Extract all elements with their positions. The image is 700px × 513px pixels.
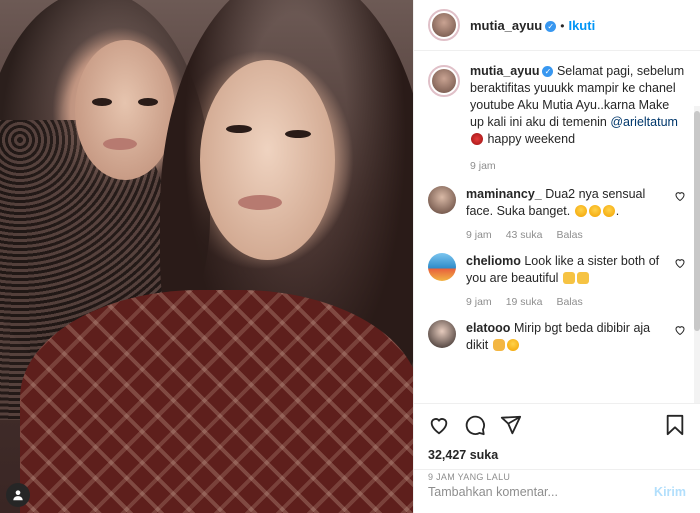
comment-avatar[interactable] <box>428 253 456 281</box>
post-header: mutia_ayuu ✓ • Ikuti <box>414 0 700 51</box>
likes-count[interactable]: 32,427 suka <box>428 448 686 462</box>
photo-eye <box>138 98 158 106</box>
comments-list[interactable]: mutia_ayuu ✓ Selamat pagi, sebelum berakt… <box>414 51 700 403</box>
photo-eye <box>92 98 112 106</box>
author-avatar[interactable] <box>428 9 460 41</box>
user-tag-icon[interactable] <box>6 483 30 507</box>
follow-button[interactable]: Ikuti <box>568 18 595 33</box>
comment-item: maminancy_ Dua2 nya sensual face. Suka b… <box>428 186 686 241</box>
comment-username[interactable]: maminancy_ <box>466 187 542 201</box>
post-comment-button[interactable]: Kirim <box>654 485 686 499</box>
photo-eye <box>285 130 311 138</box>
caption-username[interactable]: mutia_ayuu <box>470 64 539 78</box>
comment-item: elatooo Mirip bgt beda dibibir aja dikit <box>428 320 686 354</box>
rose-emoji-icon <box>471 133 483 145</box>
photo-patterned-dress <box>20 290 413 513</box>
comment-like-heart-icon[interactable] <box>674 324 686 336</box>
post-photo[interactable] <box>0 0 413 513</box>
heart-eyes-emoji-icon <box>588 205 601 217</box>
comment-time[interactable]: 9 jam <box>466 296 492 308</box>
bookmark-icon[interactable] <box>664 414 686 436</box>
photo-lips <box>238 195 282 210</box>
author-username[interactable]: mutia_ayuu <box>470 18 542 33</box>
comment-icon[interactable] <box>464 414 486 436</box>
comment-username[interactable]: cheliomo <box>466 254 521 268</box>
heart-eyes-emoji-icon <box>574 205 587 217</box>
separator-dot: • <box>560 18 565 33</box>
thumbs-up-emoji-icon <box>562 272 575 284</box>
heart-eyes-emoji-icon <box>506 339 519 351</box>
comment-like-heart-icon[interactable] <box>674 190 686 202</box>
heart-eyes-emoji-icon <box>602 205 615 217</box>
verified-icon: ✓ <box>542 66 554 78</box>
clapping-emoji-icon <box>492 339 505 351</box>
thumbs-up-emoji-icon <box>576 272 589 284</box>
comment-username[interactable]: elatooo <box>466 321 510 335</box>
comment-item: cheliomo Look like a sister both of you … <box>428 253 686 308</box>
photo-face-left <box>75 40 175 180</box>
caption-text-end: happy weekend <box>484 132 576 146</box>
photo-face-right <box>200 60 335 260</box>
comment-avatar[interactable] <box>428 320 456 348</box>
caption-avatar[interactable] <box>428 65 460 97</box>
photo-lips <box>103 138 137 150</box>
photo-eye <box>226 125 252 133</box>
caption-mention[interactable]: @arieltatum <box>610 115 678 129</box>
reply-button[interactable]: Balas <box>556 296 582 308</box>
comment-likes[interactable]: 19 suka <box>506 296 543 308</box>
caption-time[interactable]: 9 jam <box>470 160 686 172</box>
comment-input[interactable] <box>428 484 655 499</box>
comment-avatar[interactable] <box>428 186 456 214</box>
comment-likes[interactable]: 43 suka <box>506 229 543 241</box>
comments-scroll-thumb[interactable] <box>694 111 700 331</box>
reply-button[interactable]: Balas <box>556 229 582 241</box>
post-caption: mutia_ayuu ✓ Selamat pagi, sebelum berakt… <box>428 63 686 172</box>
add-comment-bar: Kirim <box>414 469 700 513</box>
comment-like-heart-icon[interactable] <box>674 257 686 269</box>
verified-icon: ✓ <box>545 20 557 32</box>
post-viewer: mutia_ayuu ✓ • Ikuti mutia_ayuu ✓ Selamat pa… <box>0 0 700 513</box>
post-side-panel: mutia_ayuu ✓ • Ikuti mutia_ayuu ✓ Selamat pa… <box>413 0 700 513</box>
heart-icon[interactable] <box>428 414 450 436</box>
comment-time[interactable]: 9 jam <box>466 229 492 241</box>
share-icon[interactable] <box>500 414 522 436</box>
